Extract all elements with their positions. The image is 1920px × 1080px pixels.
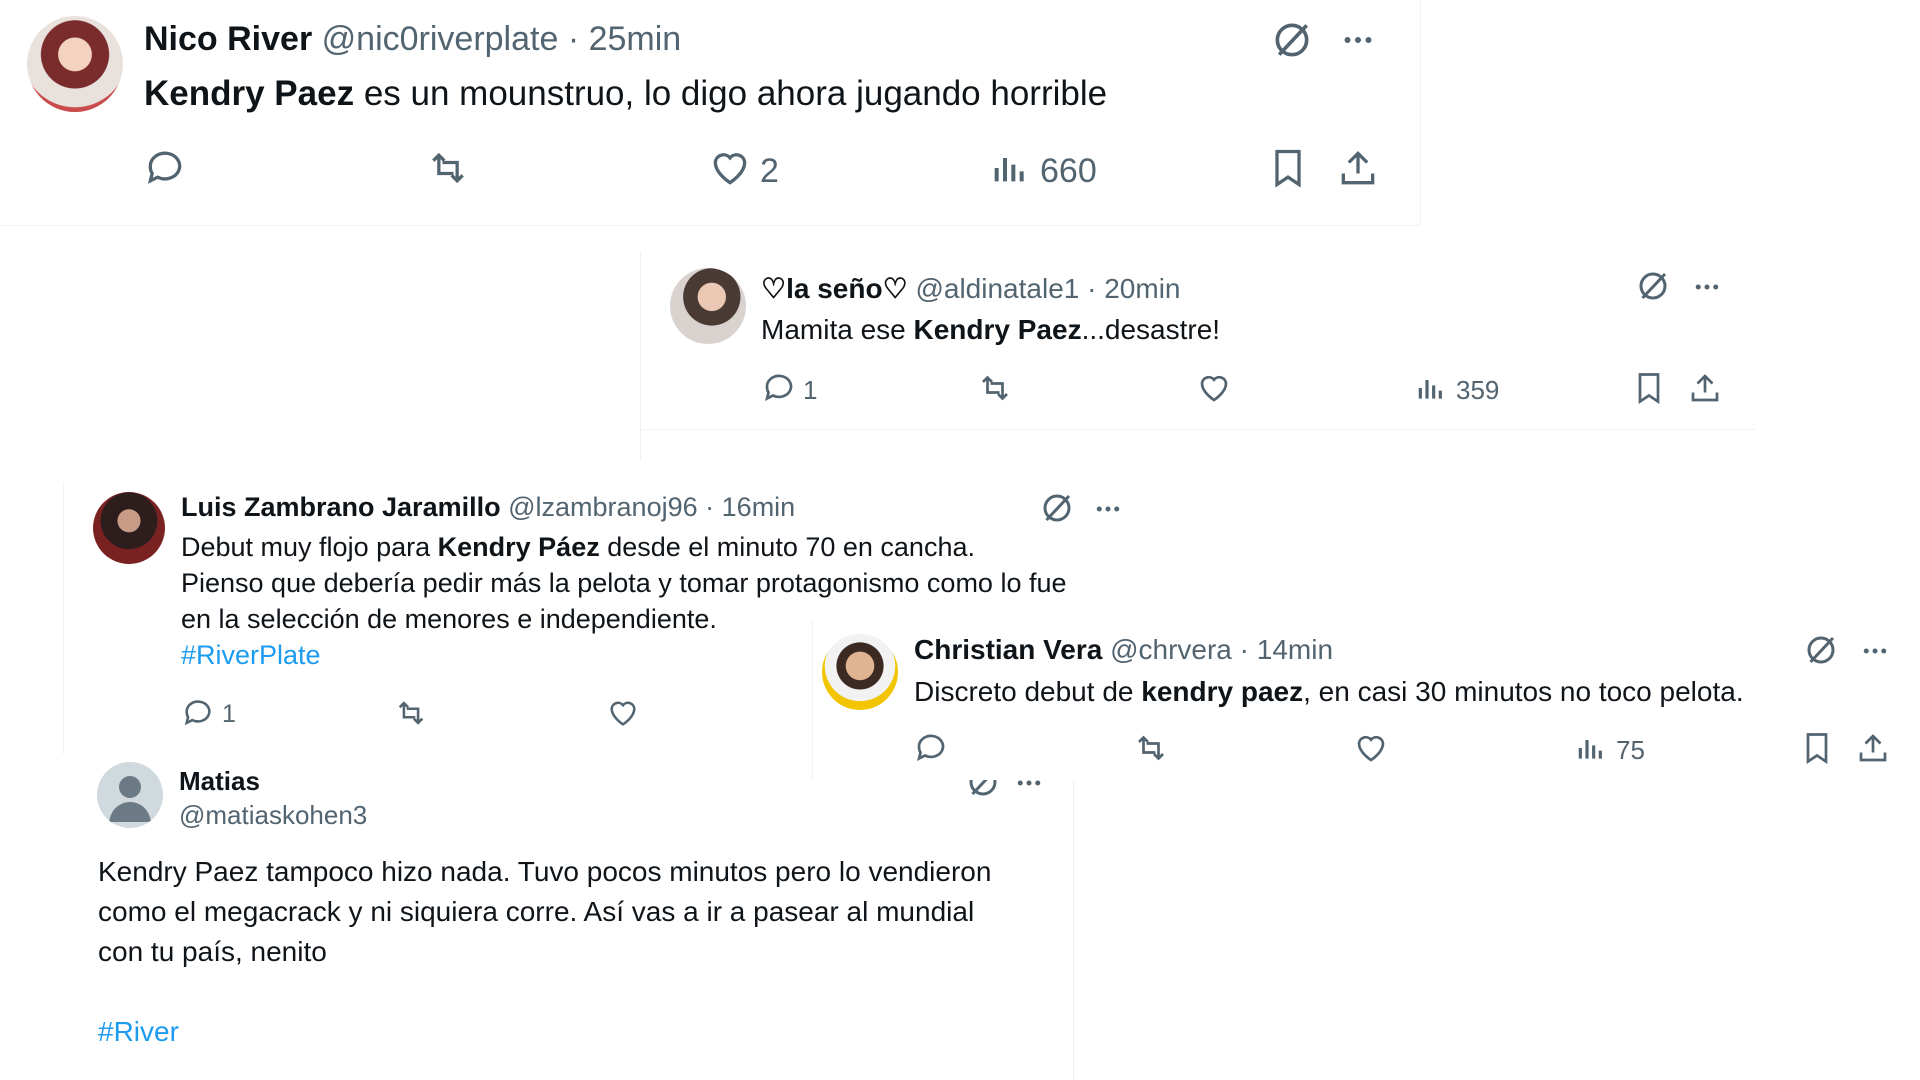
tweet-text: Mamita ese Kendry Paez...desastre!	[761, 314, 1220, 346]
grok-icon[interactable]	[1270, 18, 1314, 62]
tweet-text-post: desde el minuto 70 en cancha.	[599, 532, 975, 562]
author-name[interactable]: Christian Vera	[914, 634, 1102, 665]
author-handle[interactable]: @matiaskohen3	[179, 800, 367, 831]
tweet-text-pre: Mamita ese	[761, 314, 914, 345]
more-options-icon[interactable]	[1859, 636, 1891, 666]
avatar[interactable]	[93, 492, 165, 564]
tweet-card-la-seno: ♡la seño♡ @aldinatale1 · 20min Mamita es…	[640, 252, 1755, 460]
bookmark-icon[interactable]	[1799, 730, 1835, 766]
reply-icon[interactable]	[143, 146, 187, 190]
like-icon[interactable]	[1196, 370, 1232, 406]
author-name[interactable]: Matias	[179, 766, 260, 797]
tweet-card-matias: Matias @matiaskohen3 Kendry Paez tampoco…	[63, 756, 1074, 1080]
view-count: 75	[1616, 735, 1645, 765]
retweet-icon[interactable]	[424, 146, 472, 190]
mention-bold: Kendry Páez	[437, 532, 600, 562]
tweet-text-line-3: con tu país, nenito	[98, 936, 327, 967]
tweet-header: Christian Vera @chrvera · 14min	[914, 634, 1333, 666]
reply-icon[interactable]	[761, 370, 797, 406]
timestamp[interactable]: 16min	[722, 492, 796, 522]
hashtag-link[interactable]: #RiverPlate	[181, 640, 321, 671]
hashtag-link[interactable]: #River	[98, 1016, 179, 1048]
tweet-text: Discreto debut de kendry paez, en casi 3…	[914, 676, 1744, 708]
bookmark-icon[interactable]	[1266, 146, 1310, 190]
author-handle[interactable]: @chrvera	[1110, 634, 1232, 665]
view-count: 359	[1456, 375, 1500, 405]
tweet-text: Kendry Paez es un mounstruo, lo digo aho…	[144, 74, 1107, 114]
reply-count: 1	[803, 375, 818, 405]
separator-dot: ·	[567, 20, 580, 58]
separator-dot: ·	[705, 492, 715, 522]
avatar[interactable]	[27, 16, 123, 112]
mention-bold: Kendry Paez	[913, 314, 1082, 345]
more-options-icon[interactable]	[1338, 22, 1378, 58]
like-count: 2	[760, 152, 779, 190]
like-icon[interactable]	[1353, 730, 1389, 766]
tweet-header: Nico River @nic0riverplate · 25min	[144, 20, 681, 59]
tweet-header: Luis Zambrano Jaramillo @lzambranoj96 · …	[181, 492, 795, 523]
tweet-text-line-2: como el megacrack y ni siquiera corre. A…	[98, 896, 975, 927]
tweet-text-line-1: Debut muy flojo para Kendry Páez desde e…	[181, 532, 975, 563]
separator-dot: ·	[1087, 273, 1097, 304]
more-options-icon[interactable]	[1092, 494, 1124, 524]
like-icon[interactable]	[708, 146, 752, 190]
grok-icon[interactable]	[1803, 632, 1839, 668]
tweet-text-line-3: en la selección de menores e independien…	[181, 604, 717, 634]
bookmark-icon[interactable]	[1631, 370, 1667, 406]
author-handle[interactable]: @lzambranoj96	[508, 492, 698, 522]
tweet-text-post: ...desastre!	[1081, 314, 1221, 345]
timestamp[interactable]: 14min	[1257, 634, 1333, 665]
default-profile-icon	[109, 776, 151, 822]
share-icon[interactable]	[1855, 730, 1891, 766]
tweet-text-pre: Debut muy flojo para	[181, 532, 438, 562]
views-icon[interactable]	[1575, 732, 1607, 764]
avatar-default[interactable]	[97, 762, 163, 828]
tweet-card-nico-river: Nico River @nic0riverplate · 25min Kendr…	[0, 0, 1421, 226]
retweet-icon[interactable]	[1131, 730, 1171, 766]
tweet-text-post: , en casi 30 minutos no toco pelota.	[1303, 676, 1744, 707]
author-handle[interactable]: @aldinatale1	[915, 273, 1079, 304]
author-name[interactable]: Luis Zambrano Jaramillo	[181, 492, 501, 522]
share-icon[interactable]	[1687, 370, 1723, 406]
timestamp[interactable]: 25min	[589, 20, 682, 58]
author-name[interactable]: Nico River	[144, 20, 312, 58]
mention-bold: kendry paez	[1141, 676, 1304, 707]
grok-icon[interactable]	[1635, 268, 1671, 304]
more-options-icon[interactable]	[1691, 272, 1723, 302]
like-icon[interactable]	[606, 696, 640, 730]
tweet-text-line-1: Kendry Paez tampoco hizo nada. Tuvo poco…	[98, 856, 992, 887]
views-icon[interactable]	[990, 148, 1030, 188]
timestamp[interactable]: 20min	[1104, 273, 1180, 304]
mention-bold: Kendry Paez	[144, 74, 355, 113]
author-handle[interactable]: @nic0riverplate	[322, 20, 559, 58]
grok-icon[interactable]	[1039, 490, 1075, 526]
divider	[641, 429, 1755, 430]
reply-count: 1	[222, 700, 236, 728]
separator-dot: ·	[1239, 634, 1249, 665]
share-icon[interactable]	[1336, 146, 1380, 190]
reply-icon[interactable]	[913, 730, 949, 766]
tweet-header: ♡la seño♡ @aldinatale1 · 20min	[761, 272, 1181, 305]
retweet-icon[interactable]	[392, 696, 430, 730]
avatar[interactable]	[670, 268, 746, 344]
avatar[interactable]	[822, 634, 898, 710]
view-count: 660	[1040, 152, 1097, 190]
tweet-text-pre: Discreto debut de	[914, 676, 1142, 707]
author-name[interactable]: ♡la seño♡	[761, 273, 908, 304]
reply-icon[interactable]	[181, 696, 215, 730]
tweet-card-christian-vera: Christian Vera @chrvera · 14min Discreto…	[812, 620, 1920, 780]
tweet-text-line-2: Pienso que debería pedir más la pelota y…	[181, 568, 1067, 598]
views-icon[interactable]	[1415, 372, 1447, 404]
tweet-text-rest: es un mounstruo, lo digo ahora jugando h…	[354, 74, 1108, 113]
retweet-icon[interactable]	[975, 370, 1015, 406]
